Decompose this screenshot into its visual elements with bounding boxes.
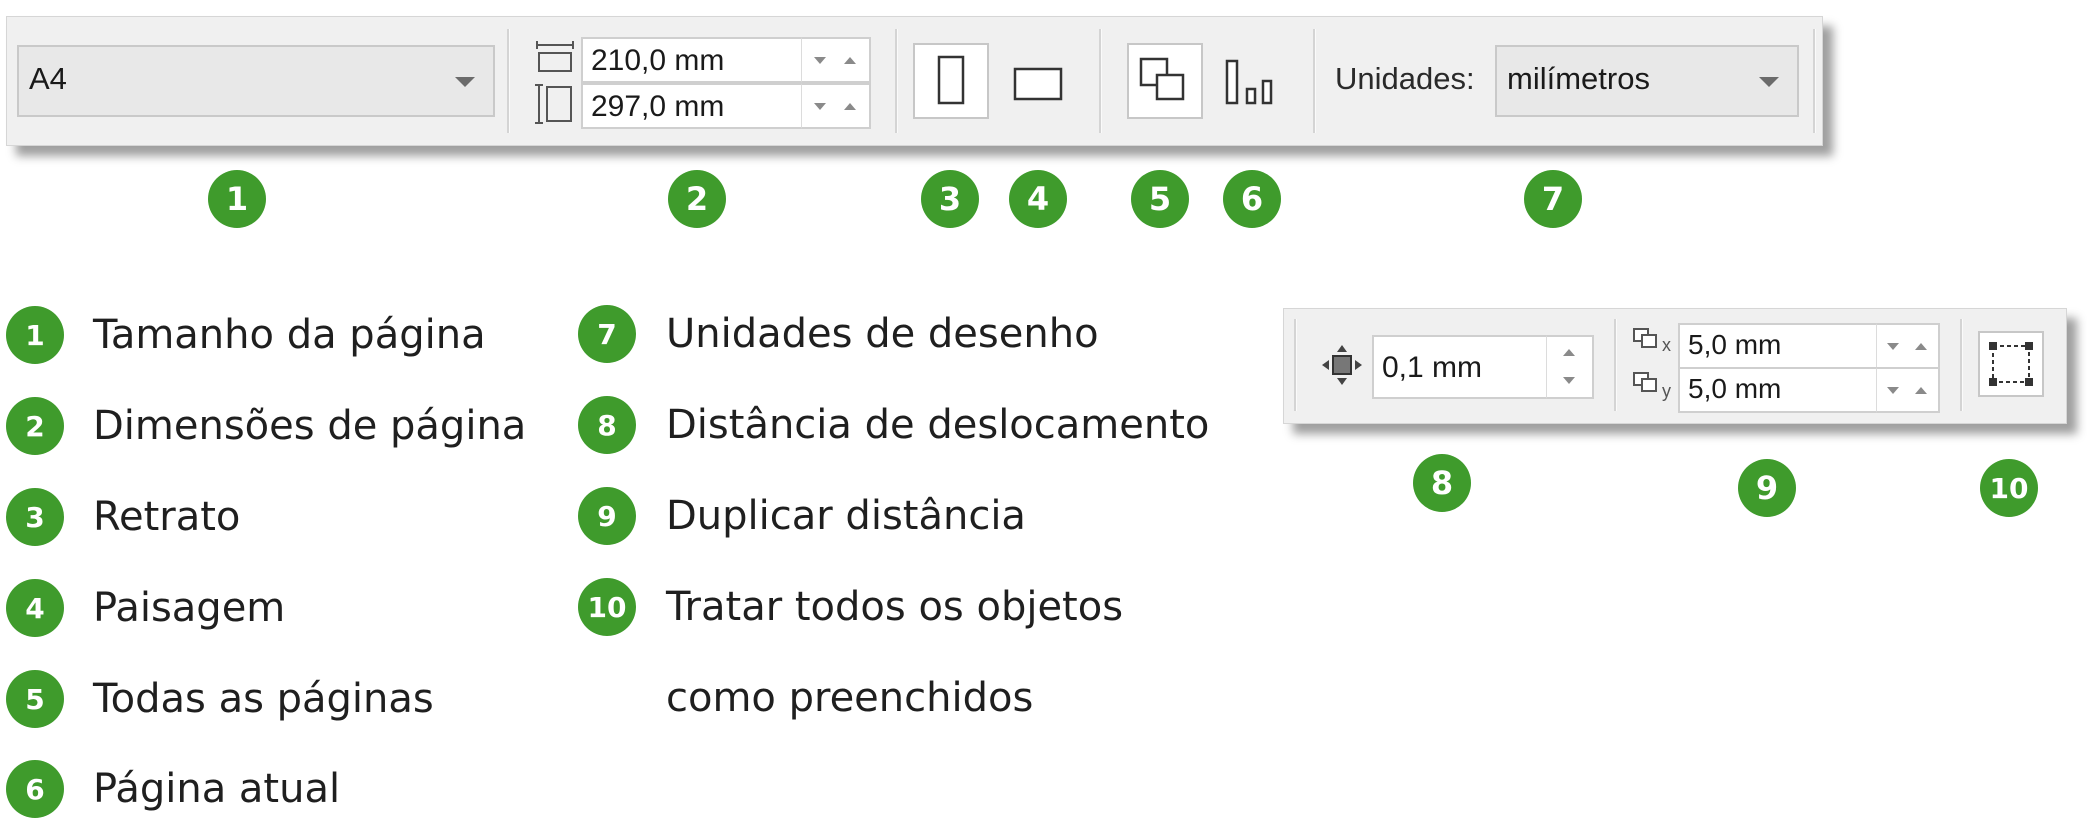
legend-text-2: Dimensões de página [93, 403, 527, 449]
callout-badge-3: 3 [921, 170, 979, 228]
units-value: milímetros [1507, 61, 1650, 96]
legend-badge-1: 1 [6, 306, 64, 364]
page-width-value: 210,0 mm [591, 44, 725, 77]
separator [1614, 319, 1617, 411]
units-dropdown[interactable]: milímetros [1495, 45, 1799, 117]
page-width-icon [536, 41, 574, 72]
page-width-spinner[interactable] [801, 37, 871, 83]
page-height-value: 297,0 mm [591, 90, 725, 123]
increment-arrow-icon[interactable] [1563, 349, 1575, 356]
callout-badge-4: 4 [1009, 170, 1067, 228]
duplicate-y-value: 5,0 mm [1688, 373, 1782, 404]
callout-badge-6: 6 [1223, 170, 1281, 228]
callout-badge-8: 8 [1413, 454, 1471, 512]
legend-badge-2: 2 [6, 397, 64, 455]
legend-text-10-continued: como preenchidos [666, 675, 1034, 721]
callout-badge-9: 9 [1738, 459, 1796, 517]
increment-arrow-icon[interactable] [1915, 387, 1927, 394]
nudge-distance-input[interactable]: 0,1 mm [1372, 335, 1548, 399]
legend-text-8: Distância de deslocamento [666, 402, 1210, 448]
landscape-button[interactable] [999, 43, 1075, 119]
portrait-icon [937, 55, 965, 105]
legend-text-9: Duplicar distância [666, 493, 1026, 539]
treat-as-filled-icon [1989, 342, 2033, 386]
property-bar-nudge: 0,1 mm x 5,0 mm y 5,0 mm [1283, 308, 2067, 424]
legend-text-7: Unidades de desenho [666, 311, 1099, 357]
all-pages-button[interactable] [1127, 43, 1203, 119]
current-page-icon [1225, 59, 1273, 105]
legend-text-5: Todas as páginas [93, 676, 434, 722]
legend-text-4: Paisagem [93, 585, 286, 631]
callout-badge-7: 7 [1524, 170, 1582, 228]
duplicate-x-input[interactable]: 5,0 mm [1678, 323, 1878, 369]
callout-badge-1: 1 [208, 170, 266, 228]
separator [507, 29, 510, 133]
units-label: Unidades: [1335, 61, 1475, 96]
portrait-button[interactable] [913, 43, 989, 119]
nudge-distance-spinner[interactable] [1546, 335, 1594, 399]
legend-badge-8: 8 [578, 396, 636, 454]
separator [895, 29, 898, 133]
duplicate-x-spinner[interactable] [1876, 323, 1940, 369]
increment-arrow-icon[interactable] [844, 57, 856, 64]
landscape-icon [1013, 67, 1063, 101]
separator [1099, 29, 1102, 133]
page-size-value: A4 [29, 61, 67, 96]
legend-badge-6: 6 [6, 760, 64, 818]
callout-badge-2: 2 [668, 170, 726, 228]
legend-text-3: Retrato [93, 494, 241, 540]
legend-text-10: Tratar todos os objetos [666, 584, 1124, 630]
legend-badge-9: 9 [578, 487, 636, 545]
chevron-down-icon[interactable] [1759, 77, 1779, 87]
duplicate-y-spinner[interactable] [1876, 367, 1940, 413]
separator [1313, 29, 1316, 133]
all-pages-icon [1139, 57, 1185, 101]
increment-arrow-icon[interactable] [844, 103, 856, 110]
duplicate-x-subscript: x [1662, 335, 1671, 355]
legend-badge-3: 3 [6, 488, 64, 546]
legend-text-6: Página atual [93, 766, 341, 812]
separator [1294, 319, 1297, 411]
legend-badge-5: 5 [6, 670, 64, 728]
separator [1813, 29, 1816, 133]
decrement-arrow-icon[interactable] [1887, 343, 1899, 350]
page-size-dropdown[interactable]: A4 [17, 45, 495, 117]
current-page-button[interactable] [1217, 43, 1293, 119]
decrement-arrow-icon[interactable] [814, 103, 826, 110]
page-height-input[interactable]: 297,0 mm [581, 83, 803, 129]
nudge-distance-value: 0,1 mm [1382, 351, 1483, 384]
legend-badge-10: 10 [578, 578, 636, 636]
legend-text-1: Tamanho da página [93, 312, 486, 358]
decrement-arrow-icon[interactable] [1563, 377, 1575, 384]
duplicate-x-value: 5,0 mm [1688, 329, 1782, 360]
callout-badge-5: 5 [1131, 170, 1189, 228]
legend-badge-7: 7 [578, 305, 636, 363]
page-height-icon [535, 84, 572, 124]
decrement-arrow-icon[interactable] [814, 57, 826, 64]
decrement-arrow-icon[interactable] [1887, 387, 1899, 394]
callout-badge-10: 10 [1980, 459, 2038, 517]
property-bar-page: A4 210,0 mm 297,0 mm Unidades: milímetro… [6, 16, 1823, 146]
increment-arrow-icon[interactable] [1915, 343, 1927, 350]
page-width-input[interactable]: 210,0 mm [581, 37, 803, 83]
page-height-spinner[interactable] [801, 83, 871, 129]
nudge-icon [1322, 345, 1362, 385]
duplicate-y-input[interactable]: 5,0 mm [1678, 367, 1878, 413]
chevron-down-icon[interactable] [455, 77, 475, 87]
separator [1960, 319, 1963, 411]
legend-badge-4: 4 [6, 579, 64, 637]
treat-as-filled-button[interactable] [1978, 331, 2044, 397]
duplicate-y-subscript: y [1662, 381, 1671, 401]
